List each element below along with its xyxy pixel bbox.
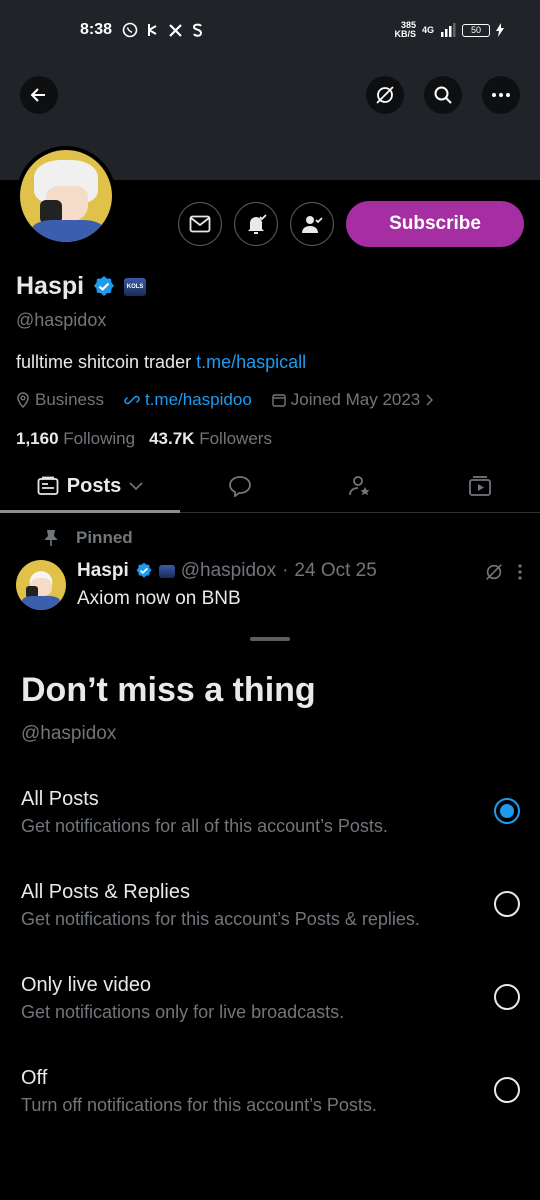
more-button[interactable] (482, 76, 520, 114)
chevron-right-icon (426, 394, 434, 406)
tab-media[interactable] (420, 460, 540, 512)
search-button[interactable] (424, 76, 462, 114)
grok-icon[interactable] (484, 562, 504, 582)
followers-link[interactable]: 43.7K Followers (149, 429, 272, 449)
follow-stats: 1,160 Following 43.7K Followers (16, 429, 272, 449)
app-icon (148, 24, 157, 36)
battery-indicator: 50 (462, 23, 490, 37)
profile-name-row: Haspi KOLS (16, 272, 147, 301)
reply-icon (229, 476, 251, 497)
bio-link[interactable]: t.me/haspicall (196, 352, 306, 372)
profile-bio: fulltime shitcoin trader t.me/haspicall (16, 352, 307, 372)
joined-item[interactable]: Joined May 2023 (272, 390, 434, 410)
profile-avatar[interactable] (16, 146, 116, 246)
tweet-date[interactable]: 24 Oct 25 (294, 560, 376, 582)
website-item[interactable]: t.me/haspidoo (124, 390, 252, 410)
profile-handle: @haspidox (16, 310, 107, 330)
radio-all-posts[interactable] (494, 798, 520, 824)
profile-tabs: Posts (0, 460, 540, 513)
radio-off[interactable] (494, 1077, 520, 1103)
x-icon (169, 23, 182, 37)
affiliate-badge-small (158, 564, 175, 578)
status-bar: 8:38 385 KB/S 4G 50 (0, 0, 540, 60)
tab-highlights[interactable] (300, 460, 420, 512)
person-star-icon (349, 476, 370, 496)
person-check-icon (302, 216, 323, 233)
network-type: 4G (421, 25, 434, 35)
chevron-down-icon (129, 482, 143, 491)
network-speed: 385 KB/S (394, 20, 416, 39)
category-item: Business (16, 390, 104, 410)
more-vertical-icon[interactable] (518, 564, 522, 580)
affiliate-badge[interactable]: KOLS (124, 277, 147, 296)
grok-button[interactable] (366, 76, 404, 114)
sheet-handle: @haspidox (21, 723, 117, 744)
pinned-indicator: Pinned (44, 528, 133, 548)
calendar-icon (272, 394, 286, 407)
s-app-icon (193, 23, 203, 37)
message-button[interactable] (178, 202, 222, 246)
verified-badge-icon (136, 562, 152, 578)
tweet-author-handle[interactable]: @haspidox (181, 560, 276, 582)
signal-icon (441, 23, 456, 37)
tab-posts[interactable]: Posts (0, 460, 180, 513)
status-time: 8:38 (80, 21, 113, 38)
notification-sheet: Don’t miss a thing @haspidox All Posts G… (0, 623, 540, 1200)
notifications-button[interactable] (234, 202, 278, 246)
whatsapp-icon (122, 22, 138, 38)
more-icon (492, 93, 510, 97)
bell-check-icon (248, 214, 267, 234)
following-button[interactable] (290, 202, 334, 246)
subscribe-button[interactable]: Subscribe (346, 201, 524, 247)
tweet-text: Axiom now on BNB (77, 588, 241, 609)
link-icon (124, 395, 140, 405)
radio-live-video[interactable] (494, 984, 520, 1010)
pin-icon (45, 530, 57, 546)
search-icon (434, 86, 452, 104)
option-posts-replies[interactable]: All Posts & Replies Get notifications fo… (0, 881, 540, 951)
verified-badge-icon[interactable] (92, 275, 116, 299)
posts-icon (37, 476, 59, 495)
tab-replies[interactable] (180, 460, 300, 512)
tweet-avatar[interactable] (16, 560, 66, 610)
following-link[interactable]: 1,160 Following (16, 429, 135, 449)
charging-icon (496, 23, 504, 37)
back-button[interactable] (20, 76, 58, 114)
option-live-video[interactable]: Only live video Get notifications only f… (0, 974, 540, 1044)
grok-icon (376, 86, 394, 104)
location-pin-icon (17, 392, 29, 408)
option-off[interactable]: Off Turn off notifications for this acco… (0, 1067, 540, 1137)
tweet-header: Haspi @haspidox · 24 Oct 25 (77, 560, 377, 582)
media-icon (469, 476, 491, 496)
radio-posts-replies[interactable] (494, 891, 520, 917)
tweet-author-name[interactable]: Haspi (77, 560, 129, 582)
mail-icon (189, 215, 211, 233)
profile-name: Haspi (16, 272, 85, 300)
sheet-title: Don’t miss a thing (21, 671, 316, 709)
sheet-drag-handle[interactable] (250, 637, 290, 641)
profile-meta: Business t.me/haspidoo Joined May 2023 (16, 390, 434, 410)
option-all-posts[interactable]: All Posts Get notifications for all of t… (0, 788, 540, 858)
arrow-left-icon (30, 88, 45, 102)
